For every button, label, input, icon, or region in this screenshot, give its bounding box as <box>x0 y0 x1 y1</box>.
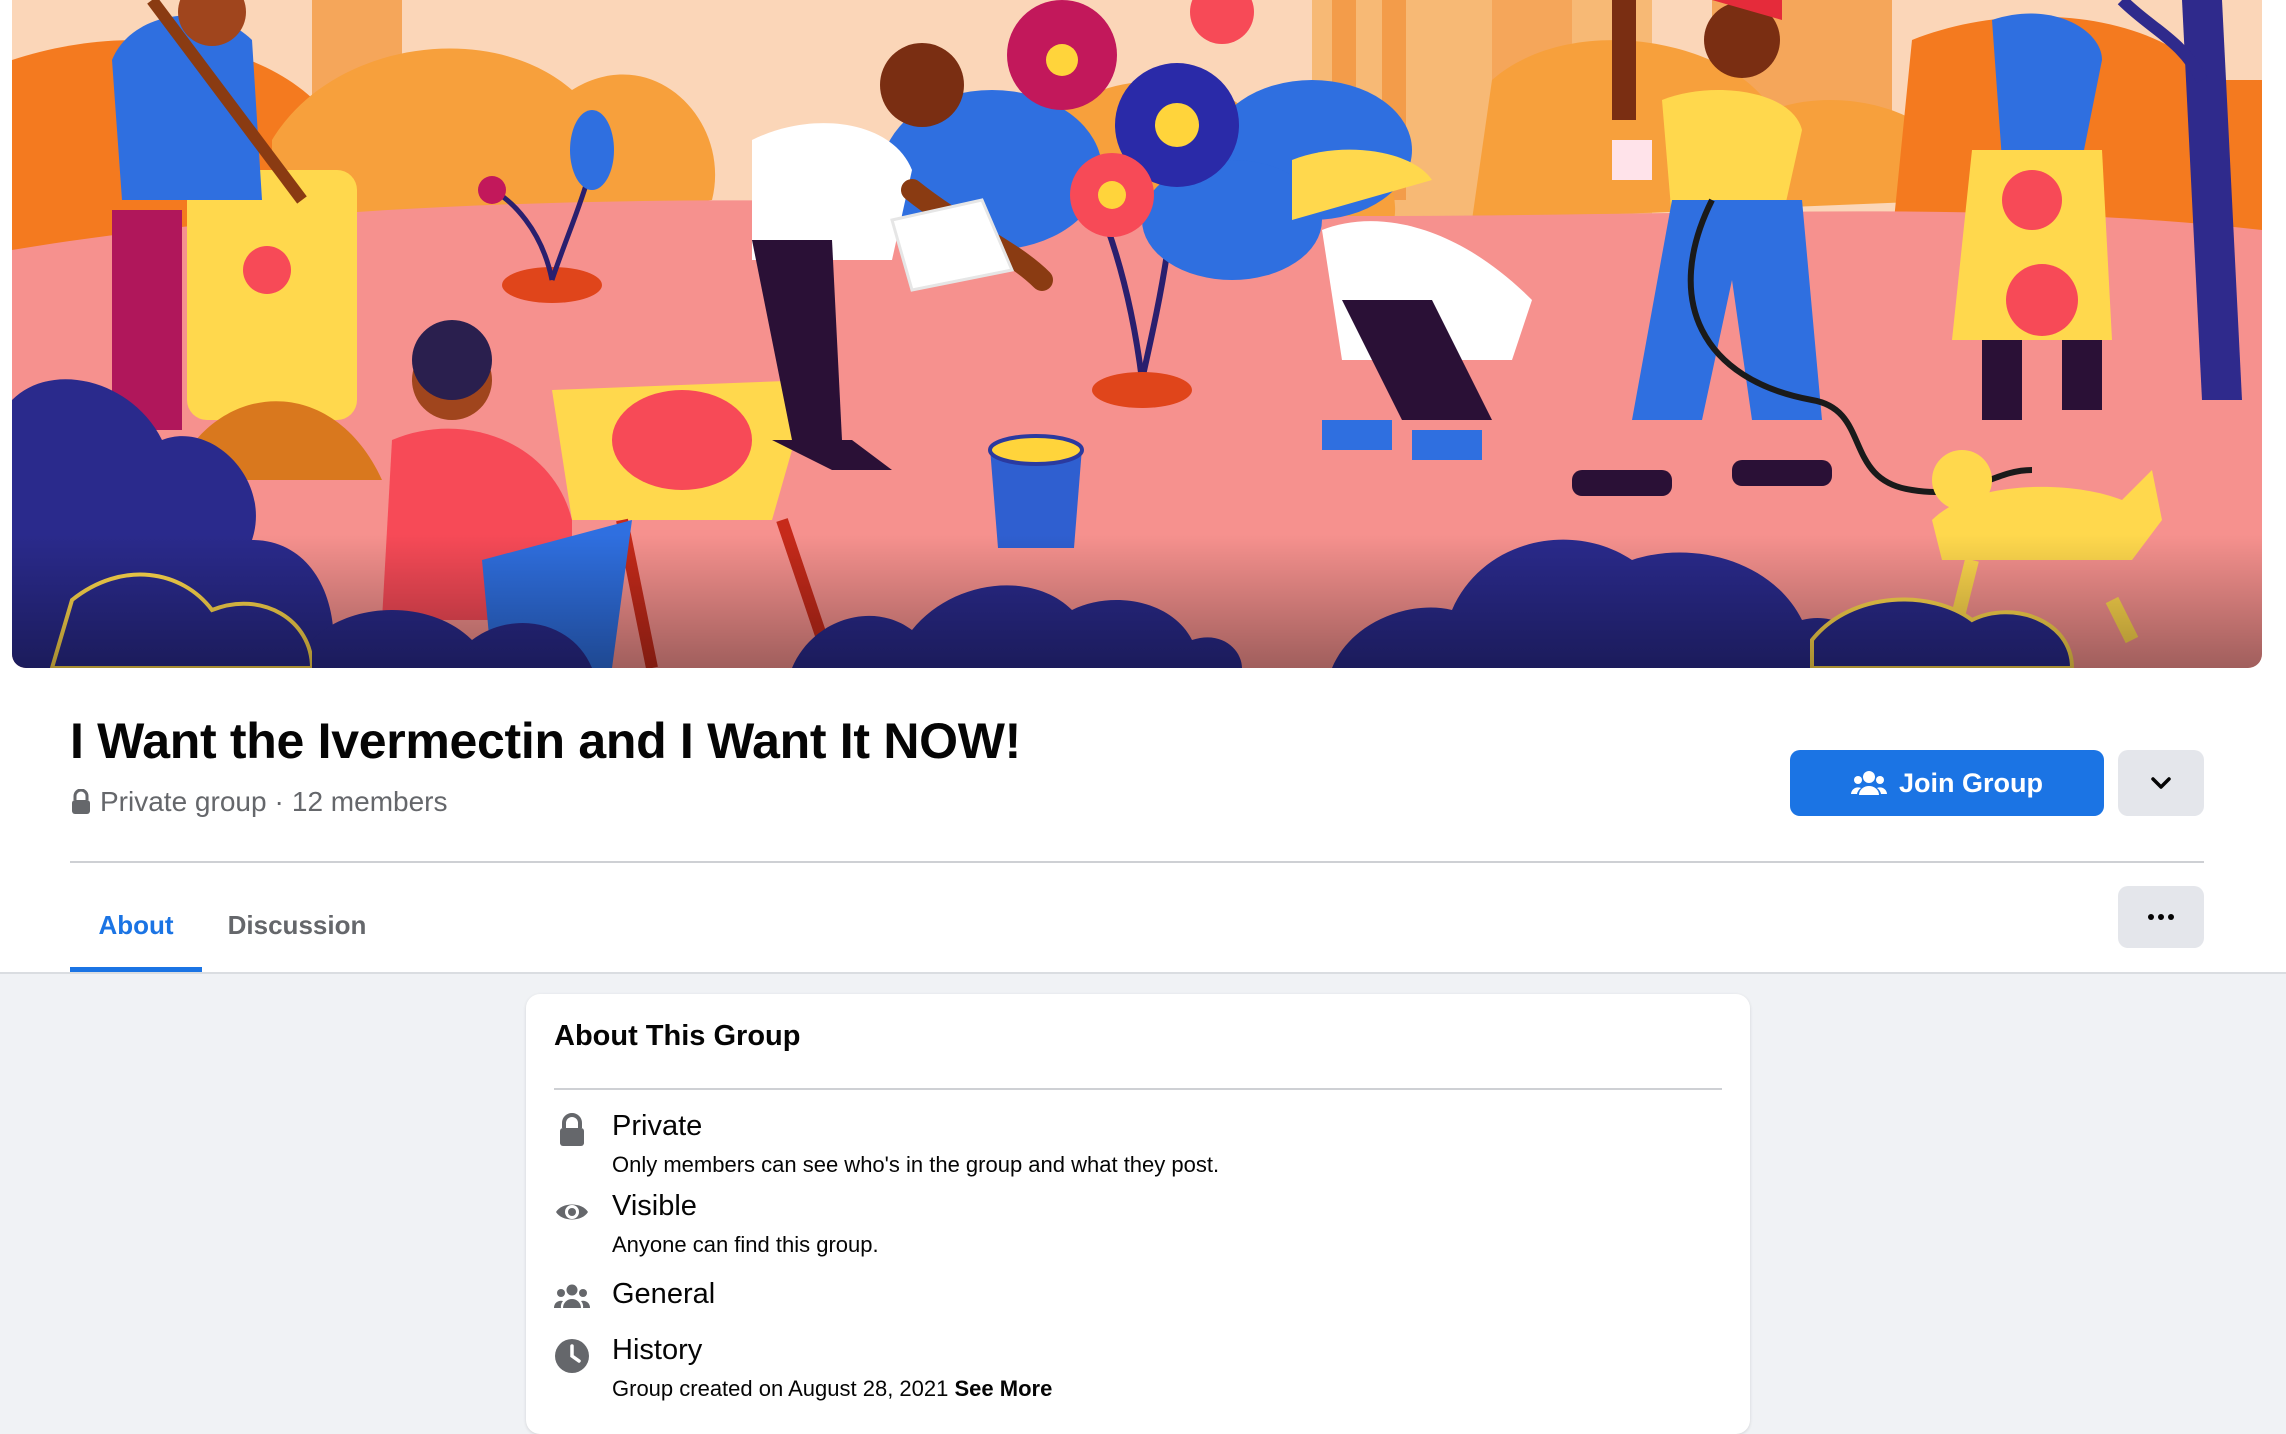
tab-discussion-label: Discussion <box>227 909 367 940</box>
about-row-desc: Group created on August 28, 2021 See Mor… <box>612 1376 1052 1402</box>
tab-discussion[interactable]: Discussion <box>210 880 384 970</box>
group-title: I Want the Ivermectin and I Want It NOW! <box>70 713 1021 769</box>
tab-about[interactable]: About <box>70 880 202 972</box>
about-row-title: History <box>612 1334 703 1366</box>
about-row-desc: Anyone can find this group. <box>612 1232 879 1257</box>
cover-photo[interactable] <box>12 0 2262 668</box>
privacy-label[interactable]: Private group <box>100 786 267 818</box>
see-more-link[interactable]: See More <box>954 1376 1052 1401</box>
header-divider <box>70 861 2204 863</box>
cover-illustration <box>12 0 2262 668</box>
member-count[interactable]: 12 members <box>292 786 448 818</box>
about-card: About This Group Private Only members ca… <box>526 994 1750 1434</box>
tab-about-label: About <box>98 909 174 940</box>
people-icon <box>554 1284 590 1308</box>
more-dots-icon <box>2148 914 2174 920</box>
eye-icon <box>556 1204 588 1220</box>
people-icon <box>1851 771 1887 795</box>
lock-icon <box>560 1113 584 1146</box>
about-row-title: Visible <box>612 1190 697 1222</box>
group-created-text: Group created on August 28, 2021 <box>612 1376 949 1401</box>
join-group-label: Join Group <box>1899 767 2043 798</box>
about-row-desc: Only members can see who's in the group … <box>612 1152 1220 1177</box>
about-divider <box>554 1088 1722 1090</box>
clock-icon <box>555 1339 589 1373</box>
group-meta: Private group · 12 members <box>70 786 448 818</box>
group-header: I Want the Ivermectin and I Want It NOW!… <box>0 0 2286 974</box>
group-options-dropdown[interactable] <box>2118 750 2204 816</box>
more-options-button[interactable] <box>2118 886 2204 948</box>
meta-separator: · <box>274 786 284 817</box>
about-row-title: General <box>612 1278 716 1310</box>
about-heading: About This Group <box>554 1020 801 1052</box>
about-row-title: Private <box>612 1110 703 1142</box>
lock-icon <box>72 789 90 814</box>
chevron-down-icon <box>2151 777 2171 789</box>
join-group-button[interactable]: Join Group <box>1790 750 2104 816</box>
